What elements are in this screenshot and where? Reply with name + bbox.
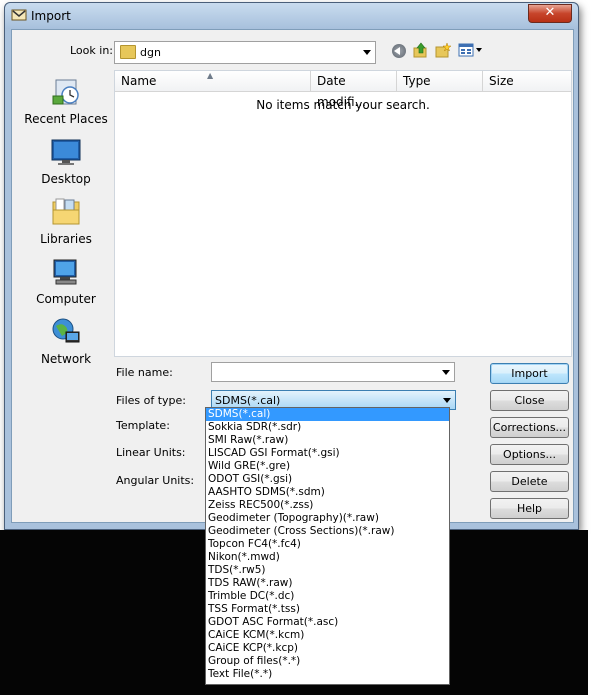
file-type-option[interactable]: Group of files(*.*) bbox=[206, 655, 449, 668]
file-type-option[interactable]: Wild GRE(*.gre) bbox=[206, 460, 449, 473]
files-of-type-value: SDMS(*.cal) bbox=[215, 394, 281, 407]
place-label: Recent Places bbox=[24, 112, 108, 126]
app-icon bbox=[11, 9, 27, 21]
file-type-option[interactable]: TSS Format(*.tss) bbox=[206, 603, 449, 616]
file-type-option[interactable]: Nikon(*.mwd) bbox=[206, 551, 449, 564]
place-desktop[interactable]: Desktop bbox=[20, 134, 112, 188]
up-folder-icon[interactable] bbox=[413, 42, 428, 58]
sort-ascending-icon: ▲ bbox=[207, 71, 214, 80]
angular-units-label: Angular Units: bbox=[116, 474, 195, 487]
file-name-label: File name: bbox=[116, 366, 173, 379]
column-header-date[interactable]: Date modifi... bbox=[311, 71, 397, 109]
recent-places-icon bbox=[52, 79, 79, 105]
window-title: Import bbox=[31, 9, 71, 23]
place-label: Computer bbox=[36, 292, 96, 306]
new-folder-icon[interactable] bbox=[435, 42, 451, 58]
file-type-option[interactable]: CAiCE KCM(*.kcm) bbox=[206, 629, 449, 642]
place-network[interactable]: Network bbox=[20, 314, 112, 368]
close-button[interactable]: Close bbox=[490, 390, 569, 411]
files-of-type-dropdown[interactable]: SDMS(*.cal) Sokkia SDR(*.sdr) SMI Raw(*.… bbox=[205, 407, 450, 685]
file-list[interactable]: Name ▲ Date modifi... Type Size No items… bbox=[114, 70, 572, 357]
file-type-option[interactable]: SMI Raw(*.raw) bbox=[206, 434, 449, 447]
file-name-input[interactable] bbox=[211, 362, 455, 382]
file-type-option[interactable]: CAiCE KCP(*.kcp) bbox=[206, 642, 449, 655]
file-type-option[interactable]: Topcon FC4(*.fc4) bbox=[206, 538, 449, 551]
folder-icon bbox=[120, 45, 136, 59]
files-of-type-label: Files of type: bbox=[116, 394, 187, 407]
file-type-option[interactable]: GDOT ASC Format(*.asc) bbox=[206, 616, 449, 629]
linear-units-label: Linear Units: bbox=[116, 446, 186, 459]
place-computer[interactable]: Computer bbox=[20, 254, 112, 308]
file-type-option[interactable]: Text File(*.*) bbox=[206, 668, 449, 681]
views-menu-icon[interactable] bbox=[458, 43, 484, 57]
options-button[interactable]: Options... bbox=[490, 444, 569, 465]
file-type-option[interactable]: TDS RAW(*.raw) bbox=[206, 577, 449, 590]
chevron-down-icon[interactable] bbox=[363, 50, 371, 55]
help-button[interactable]: Help bbox=[490, 498, 569, 519]
computer-icon bbox=[53, 259, 77, 285]
place-recent-places[interactable]: Recent Places bbox=[20, 74, 112, 128]
file-type-option[interactable]: LISCAD GSI Format(*.gsi) bbox=[206, 447, 449, 460]
place-label: Network bbox=[40, 352, 92, 366]
file-type-option[interactable]: AASHTO SDMS(*.sdm) bbox=[206, 486, 449, 499]
look-in-value: dgn bbox=[140, 46, 161, 59]
file-type-option[interactable]: SDMS(*.cal) bbox=[206, 408, 449, 421]
file-type-option[interactable]: Trimble DC(*.dc) bbox=[206, 590, 449, 603]
column-header-type[interactable]: Type bbox=[397, 71, 483, 92]
file-type-option[interactable]: ODOT GSI(*.gsi) bbox=[206, 473, 449, 486]
look-in-combo[interactable]: dgn bbox=[114, 41, 376, 64]
column-header-size[interactable]: Size bbox=[483, 71, 571, 92]
places-bar: Recent Places Desktop Libraries Computer… bbox=[20, 70, 112, 370]
delete-button[interactable]: Delete bbox=[490, 471, 569, 492]
template-label: Template: bbox=[116, 419, 170, 432]
file-type-option[interactable]: Sokkia SDR(*.sdr) bbox=[206, 421, 449, 434]
corrections-button[interactable]: Corrections... bbox=[490, 417, 569, 438]
title-bar[interactable]: Import ✕ bbox=[5, 3, 578, 29]
place-label: Desktop bbox=[41, 172, 91, 186]
file-type-option[interactable]: Geodimeter (Cross Sections)(*.raw) bbox=[206, 525, 449, 538]
empty-message: No items match your search. bbox=[256, 98, 430, 112]
network-icon bbox=[52, 318, 80, 343]
file-type-option[interactable]: TDS(*.rw5) bbox=[206, 564, 449, 577]
look-in-label: Look in: bbox=[70, 44, 113, 57]
column-header-name[interactable]: Name ▲ bbox=[115, 71, 311, 92]
back-icon[interactable] bbox=[392, 44, 406, 58]
column-label: Name bbox=[121, 74, 157, 88]
file-type-option[interactable]: Geodimeter (Topography)(*.raw) bbox=[206, 512, 449, 525]
desktop-icon bbox=[51, 139, 81, 165]
place-label: Libraries bbox=[40, 232, 92, 246]
file-type-option[interactable]: Zeiss REC500(*.zss) bbox=[206, 499, 449, 512]
chevron-down-icon[interactable] bbox=[442, 370, 450, 375]
import-button[interactable]: Import bbox=[490, 363, 569, 384]
place-libraries[interactable]: Libraries bbox=[20, 194, 112, 248]
chevron-down-icon[interactable] bbox=[443, 398, 451, 403]
libraries-icon bbox=[52, 198, 80, 225]
window-close-button[interactable]: ✕ bbox=[528, 4, 572, 23]
